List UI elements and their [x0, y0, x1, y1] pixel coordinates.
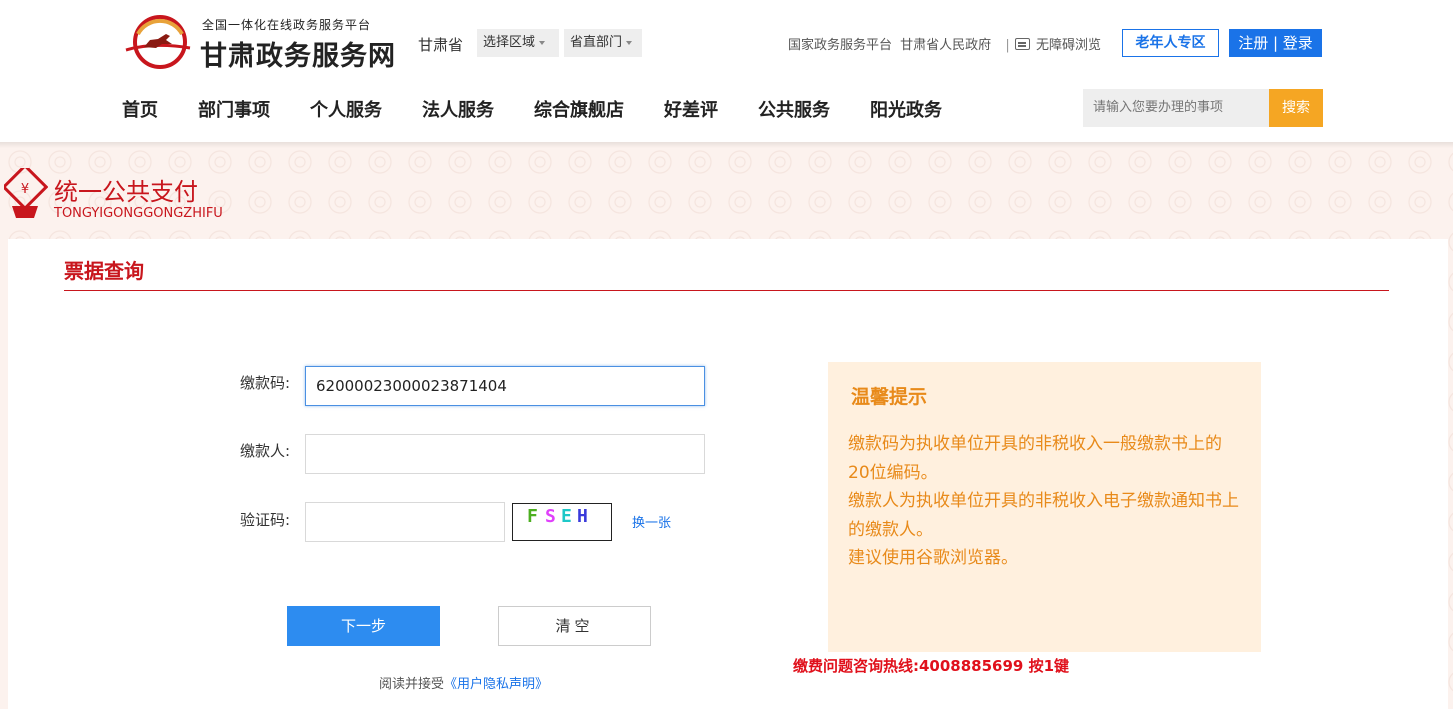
refresh-captcha-link[interactable]: 换一张	[632, 512, 671, 531]
tips-body: 缴款码为执收单位开具的非税收入一般缴款书上的20位编码。 缴款人为执收单位开具的…	[848, 430, 1243, 573]
tips-panel: 温馨提示 缴款码为执收单位开具的非税收入一般缴款书上的20位编码。 缴款人为执收…	[828, 362, 1261, 652]
support-hotline: 缴费问题咨询热线:4008885699 按1键	[793, 657, 1070, 675]
link-national-platform[interactable]: 国家政务服务平台	[788, 38, 892, 53]
top-links: 国家政务服务平台 甘肃省人民政府 |	[788, 34, 1014, 53]
banner-title: 统一公共支付	[54, 178, 198, 206]
payer-input[interactable]	[305, 434, 705, 474]
captcha-image[interactable]: F S E H	[512, 503, 612, 541]
captcha-char: S	[545, 506, 556, 527]
privacy-prefix: 阅读并接受	[379, 677, 445, 692]
captcha-char: E	[561, 506, 572, 527]
svg-text:¥: ¥	[21, 182, 29, 197]
nav-open-government[interactable]: 阳光政务	[870, 96, 942, 122]
title-divider	[64, 290, 1389, 291]
nav-personal-services[interactable]: 个人服务	[310, 96, 382, 122]
nav-flagship-store[interactable]: 综合旗舰店	[534, 96, 624, 122]
nav-department-items[interactable]: 部门事项	[198, 96, 270, 122]
gansu-horse-logo-icon	[125, 15, 191, 69]
dept-select[interactable]: 省直部门	[564, 29, 642, 57]
tip-line: 缴款人为执收单位开具的非税收入电子缴款通知书上的缴款人。	[848, 491, 1239, 540]
search-input[interactable]	[1083, 89, 1269, 127]
clear-button[interactable]: 清空	[498, 606, 651, 646]
captcha-char: H	[577, 506, 588, 527]
payer-label: 缴款人:	[240, 442, 291, 460]
receipt-query-card: 票据查询 缴款码: 缴款人: 验证码: F S E H 换一张 下一步 清空 阅…	[8, 239, 1448, 709]
link-separator: |	[1005, 38, 1010, 53]
current-province: 甘肃省	[418, 36, 464, 54]
search-button[interactable]: 搜索	[1269, 89, 1323, 127]
logo-subtitle: 全国一体化在线政务服务平台	[202, 18, 372, 32]
nav-home[interactable]: 首页	[122, 96, 158, 122]
section-title: 票据查询	[64, 259, 144, 283]
dept-select-label: 省直部门	[570, 35, 623, 50]
accessibility-icon	[1015, 38, 1030, 50]
tips-title: 温馨提示	[851, 386, 928, 408]
link-gansu-government[interactable]: 甘肃省人民政府	[900, 38, 991, 53]
site-header: 全国一体化在线政务服务平台 甘肃政务服务网 甘肃省 选择区域 省直部门 国家政务…	[0, 0, 1453, 142]
site-logo[interactable]: 全国一体化在线政务服务平台 甘肃政务服务网	[124, 12, 399, 72]
payment-code-input[interactable]	[305, 366, 705, 406]
captcha-char: F	[527, 506, 538, 527]
region-select[interactable]: 选择区域	[477, 29, 559, 57]
next-step-button[interactable]: 下一步	[287, 606, 440, 646]
header-shadow	[0, 142, 1453, 148]
chevron-down-icon	[626, 40, 633, 45]
payment-code-label: 缴款码:	[240, 374, 291, 392]
privacy-notice: 阅读并接受《用户隐私声明》	[379, 673, 548, 692]
register-login-button[interactable]: 注册 | 登录	[1229, 29, 1322, 57]
logo-title: 甘肃政务服务网	[200, 41, 396, 72]
nav-legal-entity-services[interactable]: 法人服务	[422, 96, 494, 122]
nav-reviews[interactable]: 好差评	[664, 96, 718, 122]
unified-payment-logo-icon: ¥	[4, 168, 48, 218]
banner-pinyin: TONGYIGONGGONGZHIFU	[54, 206, 223, 221]
tip-line: 缴款码为执收单位开具的非税收入一般缴款书上的20位编码。	[848, 434, 1222, 483]
accessibility-link[interactable]: 无障碍浏览	[1015, 34, 1101, 53]
tip-line: 建议使用谷歌浏览器。	[848, 548, 1018, 569]
accessibility-label: 无障碍浏览	[1036, 38, 1102, 53]
region-select-label: 选择区域	[483, 35, 536, 50]
nav-public-services[interactable]: 公共服务	[758, 96, 830, 122]
captcha-label: 验证码:	[240, 511, 291, 529]
captcha-input[interactable]	[305, 502, 505, 542]
elder-zone-button[interactable]: 老年人专区	[1122, 29, 1219, 57]
privacy-policy-link[interactable]: 《用户隐私声明》	[444, 677, 548, 692]
chevron-down-icon	[539, 40, 546, 45]
